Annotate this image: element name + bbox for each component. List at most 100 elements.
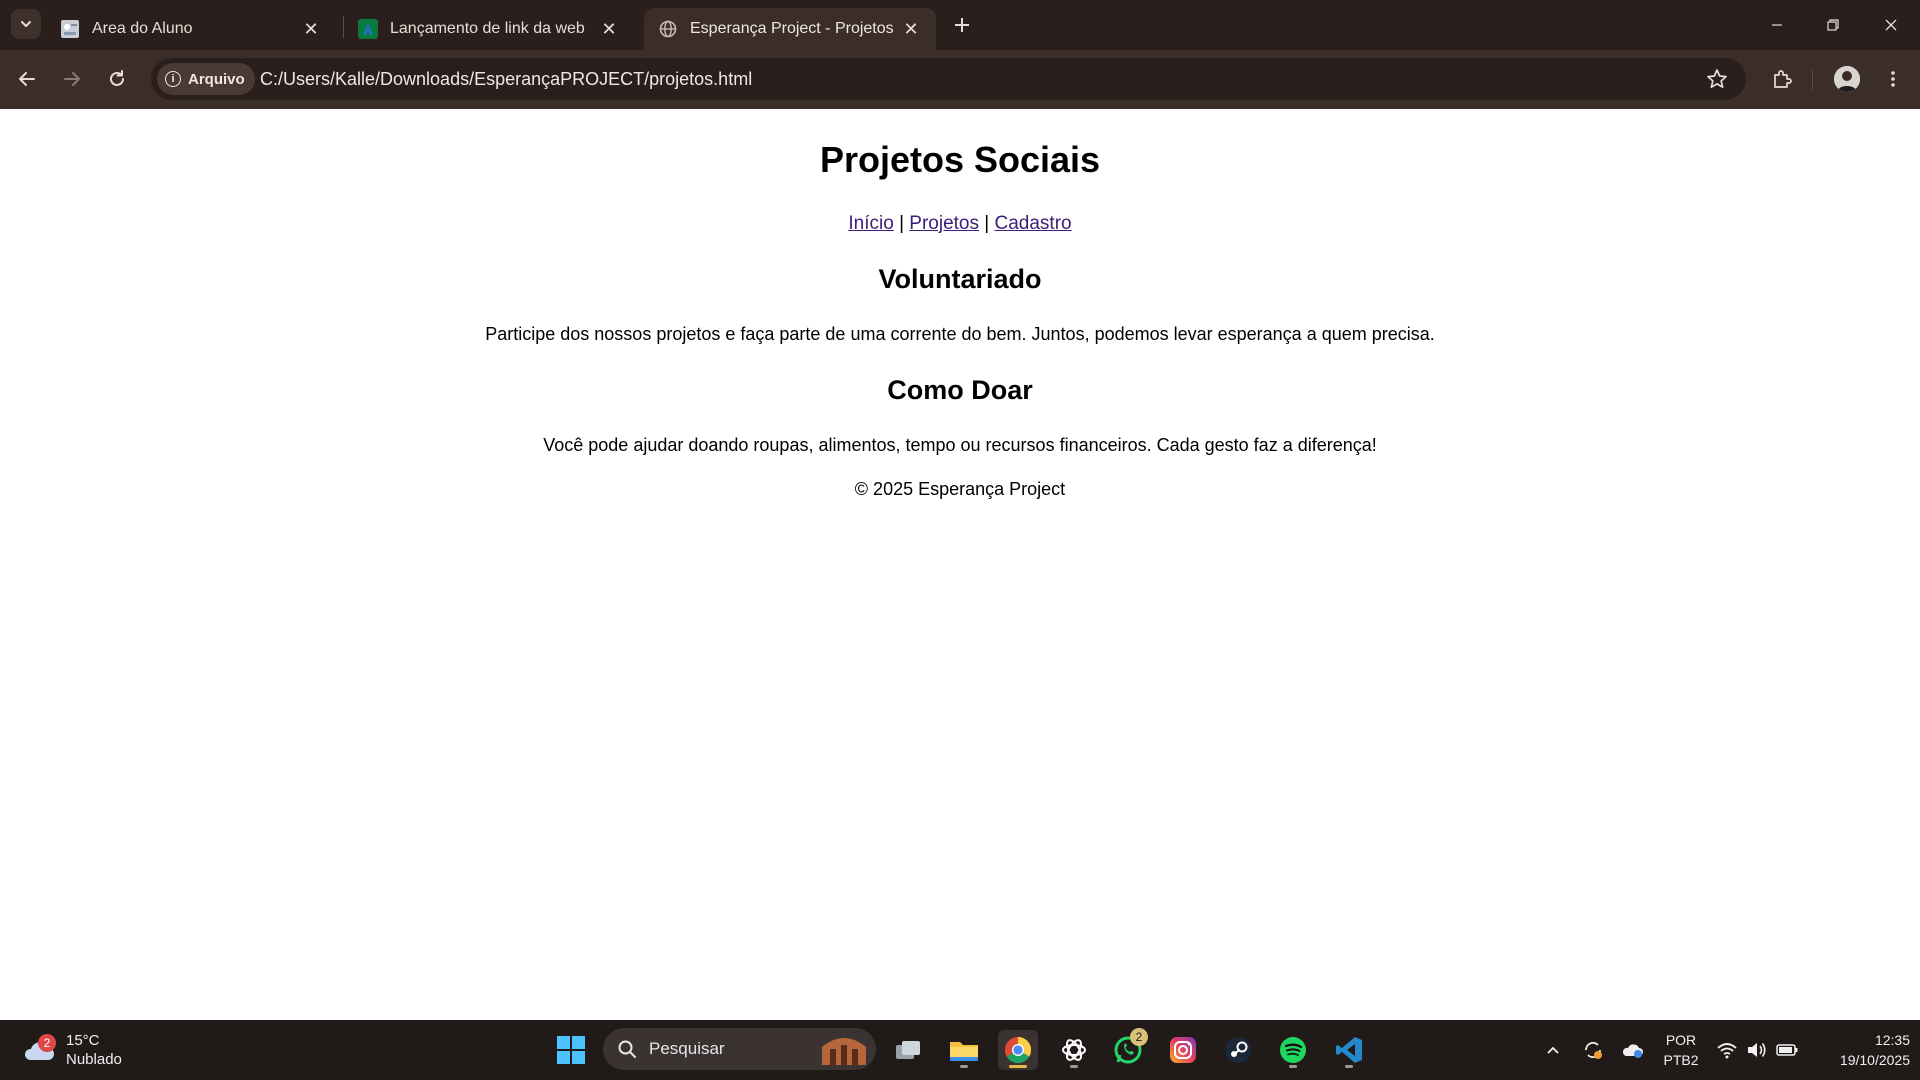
site-info-chip[interactable]: i Arquivo: [157, 63, 255, 95]
show-hidden-icons-button[interactable]: [1541, 1030, 1565, 1070]
input-language-indicator[interactable]: POR PTB2: [1656, 1030, 1706, 1070]
chrome-icon: [1004, 1036, 1032, 1064]
close-icon[interactable]: ✕: [900, 18, 922, 40]
vscode-button[interactable]: [1329, 1030, 1369, 1070]
weather-widget[interactable]: 2 15°C Nublado: [22, 1028, 122, 1072]
minimize-icon: [1772, 24, 1782, 26]
notification-badge: 2: [1130, 1028, 1148, 1046]
weather-condition: Nublado: [66, 1051, 122, 1068]
spotify-icon: [1280, 1037, 1306, 1063]
battery-icon: [1776, 1044, 1798, 1056]
volume-tray-icon[interactable]: [1743, 1030, 1771, 1070]
forward-button[interactable]: [57, 64, 87, 94]
weather-text: 15°C Nublado: [66, 1031, 122, 1069]
nav-link-projetos[interactable]: Projetos: [909, 213, 979, 234]
search-placeholder: Pesquisar: [649, 1039, 725, 1058]
bookmark-star-icon[interactable]: [1706, 68, 1728, 90]
tab-title: Esperança Project - Projetos: [690, 20, 894, 37]
search-icon: [618, 1040, 636, 1058]
site-info-label: Arquivo: [188, 70, 245, 88]
user-avatar-icon: [1834, 66, 1860, 92]
browser-tab-strip: Area do Aluno ✕ Lançamento de link da we…: [0, 0, 1920, 50]
tab-lancamento-de-link[interactable]: Lançamento de link da web ✕: [344, 8, 634, 50]
running-indicator: [1289, 1065, 1297, 1068]
restore-button[interactable]: [1813, 10, 1853, 40]
file-explorer-button[interactable]: [944, 1030, 984, 1070]
nav-link-inicio[interactable]: Início: [848, 213, 893, 234]
notification-badge: 2: [38, 1034, 56, 1052]
speaker-icon: [1748, 1043, 1766, 1057]
taskbar-search[interactable]: Pesquisar: [603, 1028, 876, 1070]
close-icon[interactable]: ✕: [598, 18, 620, 40]
search-highlight-image-icon: [822, 1038, 866, 1065]
active-indicator: [1009, 1065, 1027, 1068]
running-indicator: [1070, 1065, 1078, 1068]
section-heading-voluntariado: Voluntariado: [878, 264, 1042, 294]
folder-icon: [950, 1042, 978, 1061]
url-text[interactable]: C:/Users/Kalle/Downloads/EsperançaPROJEC…: [260, 58, 752, 100]
tab-title: Lançamento de link da web: [390, 20, 585, 37]
more-vertical-icon: [1891, 71, 1895, 87]
address-bar[interactable]: i Arquivo C:/Users/Kalle/Downloads/Esper…: [151, 58, 1746, 100]
cloud-info-icon: [1622, 1044, 1643, 1058]
chevron-up-icon: [1547, 1046, 1559, 1054]
instagram-icon: [1170, 1037, 1196, 1063]
globe-icon: [658, 19, 678, 39]
taskbar: 2 15°C Nublado Pesquisar 2 POR PTB2 12:3…: [0, 1020, 1920, 1080]
chatgpt-button[interactable]: [1054, 1030, 1094, 1070]
close-icon[interactable]: ✕: [300, 18, 322, 40]
profile-avatar[interactable]: [1834, 66, 1860, 92]
main-nav: Início | Projetos | Cadastro: [0, 213, 1920, 235]
chatgpt-icon: [1062, 1039, 1086, 1061]
task-view-icon: [896, 1041, 920, 1059]
page-title: Projetos Sociais: [819, 139, 1101, 180]
tab-search-button[interactable]: [11, 9, 41, 39]
battery-tray-icon[interactable]: [1773, 1030, 1801, 1070]
nav-link-cadastro[interactable]: Cadastro: [995, 213, 1072, 234]
onedrive-tray-icon[interactable]: [1618, 1030, 1648, 1070]
reload-button[interactable]: [102, 64, 132, 94]
running-indicator: [960, 1065, 968, 1068]
browser-menu-button[interactable]: [1878, 64, 1908, 94]
plus-icon: [955, 18, 969, 32]
anhanguera-favicon-icon: [358, 19, 378, 39]
close-window-button[interactable]: [1871, 10, 1911, 40]
chevron-down-icon: [21, 21, 31, 27]
wifi-icon: [1717, 1043, 1737, 1059]
aluno-favicon-icon: [60, 19, 80, 39]
taskbar-clock[interactable]: 12:35 19/10/2025: [1810, 1030, 1910, 1070]
tab-esperanca-projetos[interactable]: Esperança Project - Projetos ✕: [644, 8, 936, 50]
temperature: 15°C: [66, 1032, 100, 1049]
clock-date: 19/10/2025: [1839, 1052, 1910, 1068]
keyboard-layout: PTB2: [1663, 1052, 1699, 1068]
tab-title: Area do Aluno: [92, 20, 193, 37]
arrow-right-icon: [64, 72, 80, 86]
spotify-button[interactable]: [1273, 1030, 1313, 1070]
clock-time: 12:35: [1874, 1032, 1910, 1048]
section-heading-como-doar: Como Doar: [887, 375, 1033, 405]
running-indicator: [1345, 1065, 1353, 1068]
close-icon: [1885, 19, 1897, 31]
chrome-button[interactable]: [998, 1030, 1038, 1070]
wifi-tray-icon[interactable]: [1713, 1030, 1741, 1070]
vscode-icon: [1336, 1037, 1362, 1063]
section-text-voluntariado: Participe dos nossos projetos e faça par…: [485, 324, 1435, 344]
extensions-button[interactable]: [1767, 64, 1797, 94]
sync-tray-icon[interactable]: [1578, 1030, 1608, 1070]
steam-icon: [1225, 1037, 1251, 1063]
puzzle-icon: [1774, 70, 1792, 88]
windows-logo-icon: [557, 1036, 585, 1064]
section-text-como-doar: Você pode ajudar doando roupas, alimento…: [543, 435, 1377, 455]
minimize-button[interactable]: [1757, 10, 1797, 40]
steam-button[interactable]: [1218, 1030, 1258, 1070]
language-code: POR: [1665, 1032, 1697, 1048]
tab-area-do-aluno[interactable]: Area do Aluno ✕: [46, 8, 336, 50]
start-button[interactable]: [556, 1035, 586, 1065]
toolbar-divider: [1812, 70, 1813, 90]
whatsapp-button[interactable]: 2: [1108, 1028, 1148, 1070]
back-button[interactable]: [12, 64, 42, 94]
new-tab-button[interactable]: [949, 12, 975, 38]
task-view-button[interactable]: [888, 1030, 928, 1070]
instagram-button[interactable]: [1163, 1030, 1203, 1070]
nav-separator: |: [899, 213, 905, 234]
